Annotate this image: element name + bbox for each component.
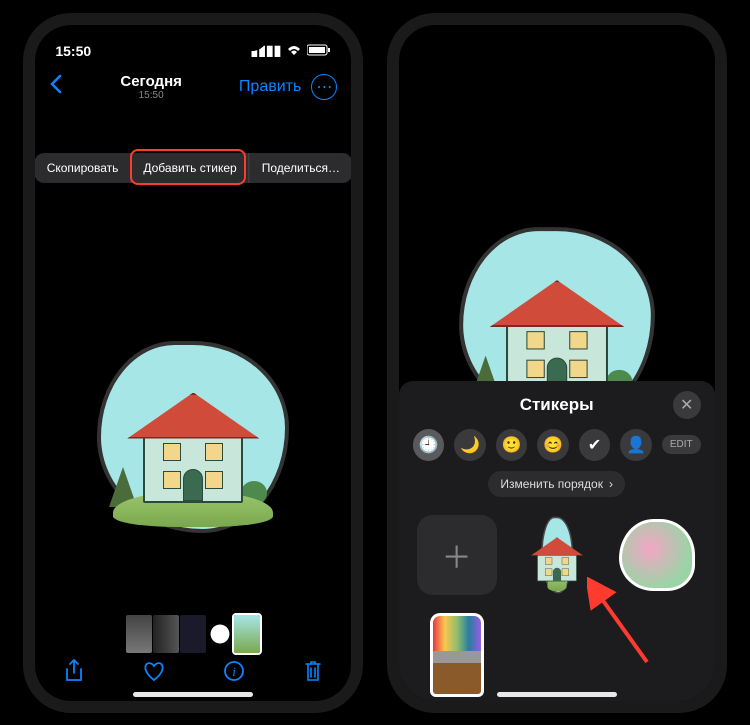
context-menu: Скопировать Добавить стикер Поделиться… [35, 153, 352, 183]
context-share[interactable]: Поделиться… [250, 153, 352, 183]
status-time: 15:50 [55, 43, 91, 59]
tab-memoji-1[interactable]: 🙂 [496, 429, 528, 461]
edit-button[interactable]: Править [239, 78, 301, 96]
heart-icon [142, 660, 166, 682]
info-icon: i [223, 660, 245, 682]
sticker-cat[interactable] [613, 511, 701, 599]
nav-bar: Сегодня 15:50 Править ⋯ [35, 65, 351, 109]
nav-subtitle: 15:50 [63, 90, 239, 101]
home-indicator[interactable] [133, 692, 253, 697]
svg-text:i: i [232, 664, 236, 679]
thumbnail[interactable] [153, 615, 179, 653]
thumbnail[interactable] [180, 615, 206, 653]
share-icon [64, 659, 84, 683]
notch [118, 25, 268, 51]
sticker-brush[interactable] [413, 611, 501, 699]
plus-icon: ＋ [442, 533, 472, 577]
sheet-title: Стикеры [441, 395, 673, 415]
context-copy[interactable]: Скопировать [35, 153, 132, 183]
photo-house-sticker[interactable] [93, 337, 293, 537]
thumbnail[interactable] [126, 615, 152, 653]
tab-recent[interactable]: 🕘 [413, 429, 445, 461]
sheet-header: Стикеры ✕ [399, 381, 715, 425]
close-button[interactable]: ✕ [673, 391, 701, 419]
info-button[interactable]: i [223, 660, 245, 688]
trash-icon [303, 659, 323, 683]
add-sticker-button[interactable]: ＋ [413, 511, 501, 599]
chevron-right-icon: › [609, 477, 613, 491]
wifi-icon [286, 43, 302, 59]
share-button[interactable] [64, 659, 84, 689]
nav-title-group: Сегодня 15:50 [63, 73, 239, 101]
home-indicator[interactable] [497, 692, 617, 697]
delete-button[interactable] [303, 659, 323, 689]
screen-left: 15:50 ▮▮▮▮ Сегодня 15:50 Править [35, 25, 351, 701]
chevron-left-icon [49, 74, 63, 94]
nav-actions: Править ⋯ [239, 74, 337, 100]
thumbnail-selected[interactable] [234, 615, 260, 653]
reorder-label: Изменить порядок [500, 477, 603, 491]
swoosh-icon: ✔︎ [588, 435, 601, 455]
thumbnail-strip [35, 615, 351, 653]
more-button[interactable]: ⋯ [311, 74, 337, 100]
memoji-icon: 🙂 [502, 435, 522, 455]
edit-tabs-button[interactable]: EDIT [662, 435, 701, 454]
clock-icon: 🕘 [418, 435, 438, 455]
reorder-button[interactable]: Изменить порядок › [488, 471, 625, 497]
context-add-sticker[interactable]: Добавить стикер [131, 153, 249, 183]
photo-viewer[interactable]: Скопировать Добавить стикер Поделиться… [35, 109, 351, 701]
close-icon: ✕ [680, 395, 693, 415]
phone-left: 15:50 ▮▮▮▮ Сегодня 15:50 Править [23, 13, 363, 713]
phone-right: Стикеры ✕ 🕘 🌙 🙂 😊 ✔︎ 👤 EDIT Изменить пор… [387, 13, 727, 713]
notch [482, 25, 632, 51]
bottom-toolbar: i [35, 655, 351, 693]
nav-title: Сегодня [63, 73, 239, 90]
stickers-sheet: Стикеры ✕ 🕘 🌙 🙂 😊 ✔︎ 👤 EDIT Изменить пор… [399, 381, 715, 701]
like-button[interactable] [142, 660, 166, 688]
sticker-house[interactable] [513, 511, 601, 599]
sticker-grid: ＋ [399, 501, 715, 709]
sticker-tabs: 🕘 🌙 🙂 😊 ✔︎ 👤 EDIT [399, 425, 715, 465]
tab-swoosh[interactable]: ✔︎ [579, 429, 611, 461]
moon-icon: 🌙 [460, 435, 480, 455]
screen-right: Стикеры ✕ 🕘 🌙 🙂 😊 ✔︎ 👤 EDIT Изменить пор… [399, 25, 715, 701]
memoji-icon: 😊 [543, 435, 563, 455]
back-button[interactable] [49, 74, 63, 99]
battery-icon [307, 43, 331, 59]
avatar-icon: 👤 [626, 435, 646, 455]
tab-moon[interactable]: 🌙 [454, 429, 486, 461]
tab-memoji-2[interactable]: 😊 [537, 429, 569, 461]
tab-avatar[interactable]: 👤 [620, 429, 652, 461]
thumbnail[interactable] [207, 615, 233, 653]
ellipsis-icon: ⋯ [316, 77, 332, 97]
